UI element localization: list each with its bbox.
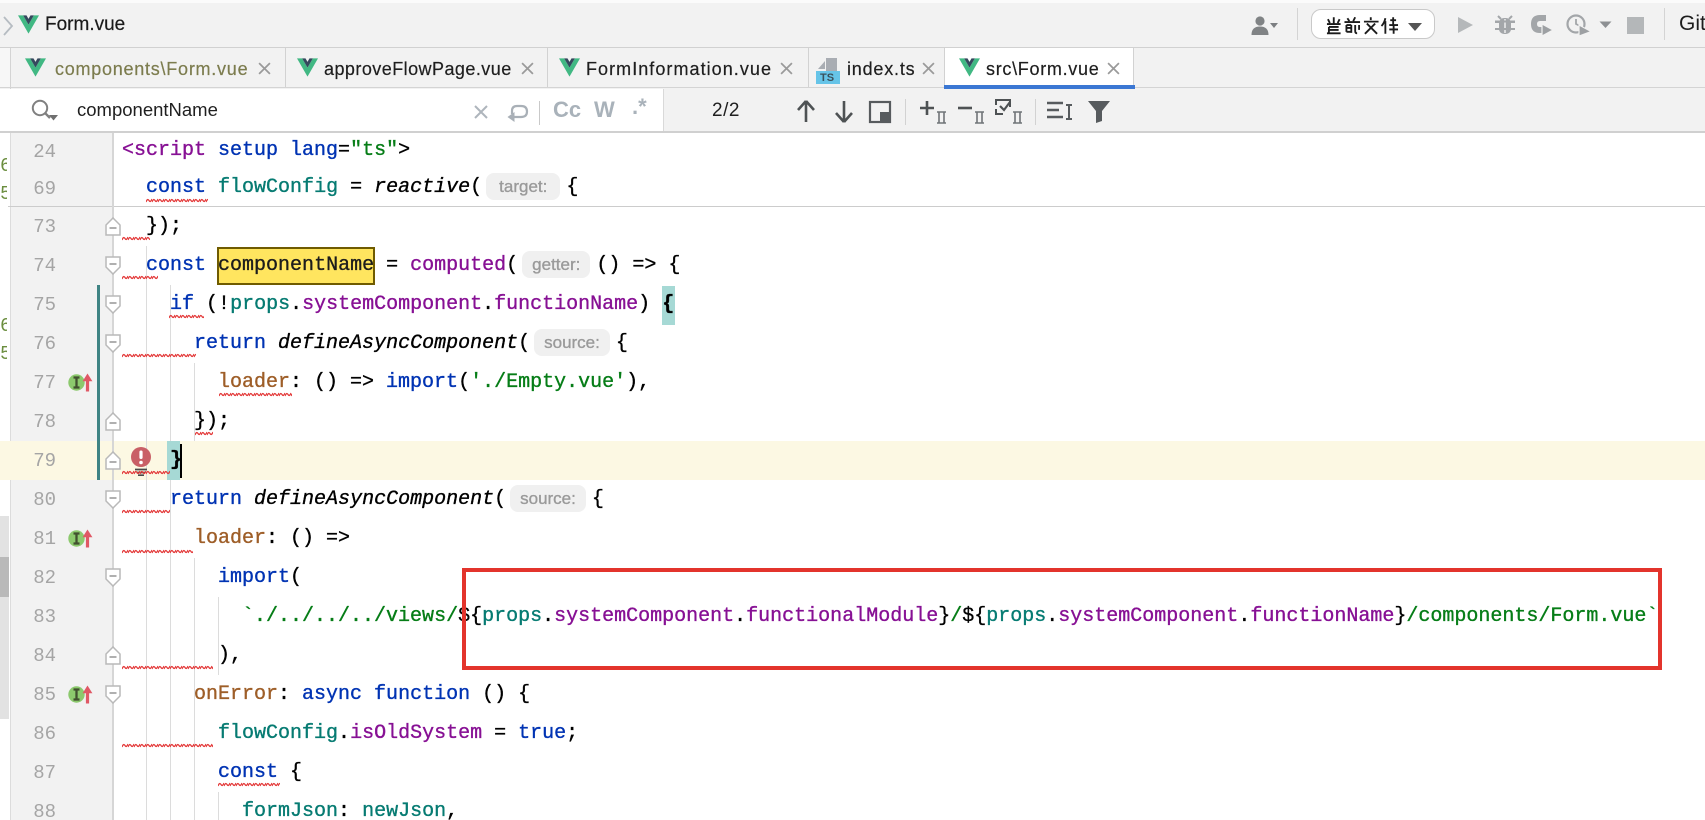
- svg-text:TS: TS: [820, 72, 834, 84]
